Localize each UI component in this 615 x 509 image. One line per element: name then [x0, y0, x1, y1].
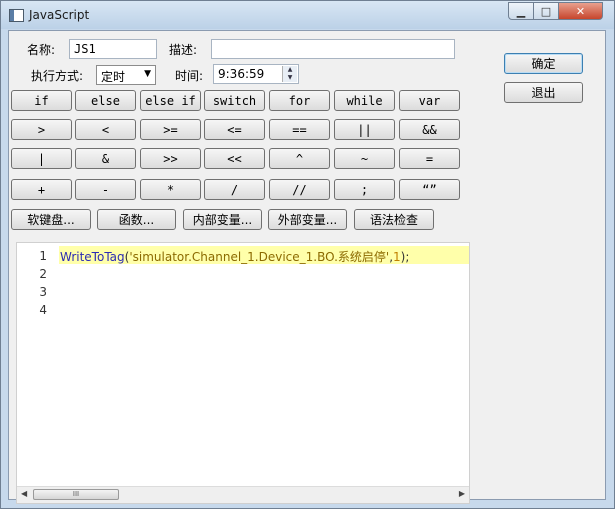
keyword-button-less-equal[interactable]: <=: [204, 119, 265, 140]
keyword-button-logical-or[interactable]: ||: [334, 119, 395, 140]
keyword-button-less-than[interactable]: <: [75, 119, 136, 140]
minimize-icon: ▁: [516, 4, 526, 18]
name-input[interactable]: JS1: [69, 39, 157, 59]
keyword-button-else[interactable]: else: [75, 90, 136, 111]
title-bar[interactable]: JavaScript ▁ □ ✕: [1, 1, 614, 29]
execution-mode-label: 执行方式:: [31, 69, 84, 83]
keyword-button-quotes[interactable]: “”: [399, 179, 460, 200]
name-label: 名称:: [27, 43, 56, 57]
keyword-button-logical-and[interactable]: &&: [399, 119, 460, 140]
spin-up-icon[interactable]: ▲: [283, 66, 297, 74]
keyword-button-shift-right[interactable]: >>: [140, 148, 201, 169]
time-value: 9:36:59: [218, 67, 265, 81]
maximize-icon: □: [540, 4, 552, 18]
keyword-button-while[interactable]: while: [334, 90, 395, 111]
keyword-button-tilde[interactable]: ~: [334, 148, 395, 169]
close-button[interactable]: ✕: [558, 2, 603, 20]
keyword-button-shift-left[interactable]: <<: [204, 148, 265, 169]
keyword-button-bitwise-and[interactable]: &: [75, 148, 136, 169]
keyword-button-semicolon[interactable]: ;: [334, 179, 395, 200]
functions-button[interactable]: 函数...: [97, 209, 176, 230]
keyword-button-multiply[interactable]: *: [140, 179, 201, 200]
time-input[interactable]: 9:36:59 ▲ ▼: [213, 64, 299, 84]
internal-variables-button[interactable]: 内部变量...: [183, 209, 262, 230]
soft-keyboard-button[interactable]: 软键盘...: [11, 209, 91, 230]
keyword-button-switch[interactable]: switch: [204, 90, 265, 111]
scroll-right-icon[interactable]: ▶: [459, 489, 465, 498]
chevron-down-icon: ▼: [144, 69, 151, 79]
time-spinner[interactable]: ▲ ▼: [282, 66, 297, 82]
spin-down-icon[interactable]: ▼: [283, 74, 297, 82]
dialog-body: 名称: JS1 描述: 执行方式: 定时 ▼ 时间: 9:36:59 ▲ ▼ i…: [8, 30, 606, 504]
time-label: 时间:: [175, 69, 204, 83]
minimize-button[interactable]: ▁: [508, 2, 534, 20]
line-number-gutter: 1 2 3 4: [17, 243, 57, 483]
keyword-button-bitwise-or[interactable]: |: [11, 148, 72, 169]
keyword-button-comment[interactable]: //: [269, 179, 330, 200]
javascript-dialog: JavaScript ▁ □ ✕ 名称: JS1 描述: 执行方式: 定时 ▼ …: [0, 0, 615, 509]
code-line-1[interactable]: WriteToTag('simulator.Channel_1.Device_1…: [60, 248, 409, 265]
keyword-button-divide[interactable]: /: [204, 179, 265, 200]
code-function-name: WriteToTag: [60, 250, 125, 264]
exit-button[interactable]: 退出: [504, 82, 583, 103]
keyword-button-assign[interactable]: =: [399, 148, 460, 169]
line-number: 4: [39, 303, 47, 317]
keyword-button-plus[interactable]: +: [11, 179, 72, 200]
keyword-button-caret[interactable]: ^: [269, 148, 330, 169]
description-label: 描述:: [169, 43, 198, 57]
window-title: JavaScript: [29, 8, 90, 22]
external-variables-button[interactable]: 外部变量...: [268, 209, 347, 230]
scrollbar-thumb[interactable]: III: [33, 489, 119, 500]
keyword-button-equals[interactable]: ==: [269, 119, 330, 140]
syntax-check-button[interactable]: 语法检查: [354, 209, 434, 230]
keyword-button-minus[interactable]: -: [75, 179, 136, 200]
code-string-arg: 'simulator.Channel_1.Device_1.BO.系统启停': [129, 250, 390, 264]
maximize-button[interactable]: □: [533, 2, 559, 20]
execution-mode-select[interactable]: 定时 ▼: [96, 65, 156, 85]
line-number: 1: [39, 249, 47, 263]
horizontal-scrollbar[interactable]: ◀ III ▶: [17, 486, 469, 503]
line-number: 3: [39, 285, 47, 299]
keyword-button-greater-equal[interactable]: >=: [140, 119, 201, 140]
scroll-left-icon[interactable]: ◀: [21, 489, 27, 498]
keyword-button-for[interactable]: for: [269, 90, 330, 111]
ok-button[interactable]: 确定: [504, 53, 583, 74]
keyword-button-else-if[interactable]: else if: [140, 90, 201, 111]
code-editor[interactable]: 1 2 3 4 WriteToTag('simulator.Channel_1.…: [16, 242, 470, 504]
keyword-button-if[interactable]: if: [11, 90, 72, 111]
description-input[interactable]: [211, 39, 455, 59]
close-icon: ✕: [575, 4, 586, 18]
line-number: 2: [39, 267, 47, 281]
code-number-arg: 1: [393, 250, 401, 264]
app-window-icon: [9, 9, 24, 22]
code-paren-close: );: [400, 250, 410, 264]
keyword-button-greater-than[interactable]: >: [11, 119, 72, 140]
keyword-button-var[interactable]: var: [399, 90, 460, 111]
execution-mode-value: 定时: [101, 70, 126, 84]
